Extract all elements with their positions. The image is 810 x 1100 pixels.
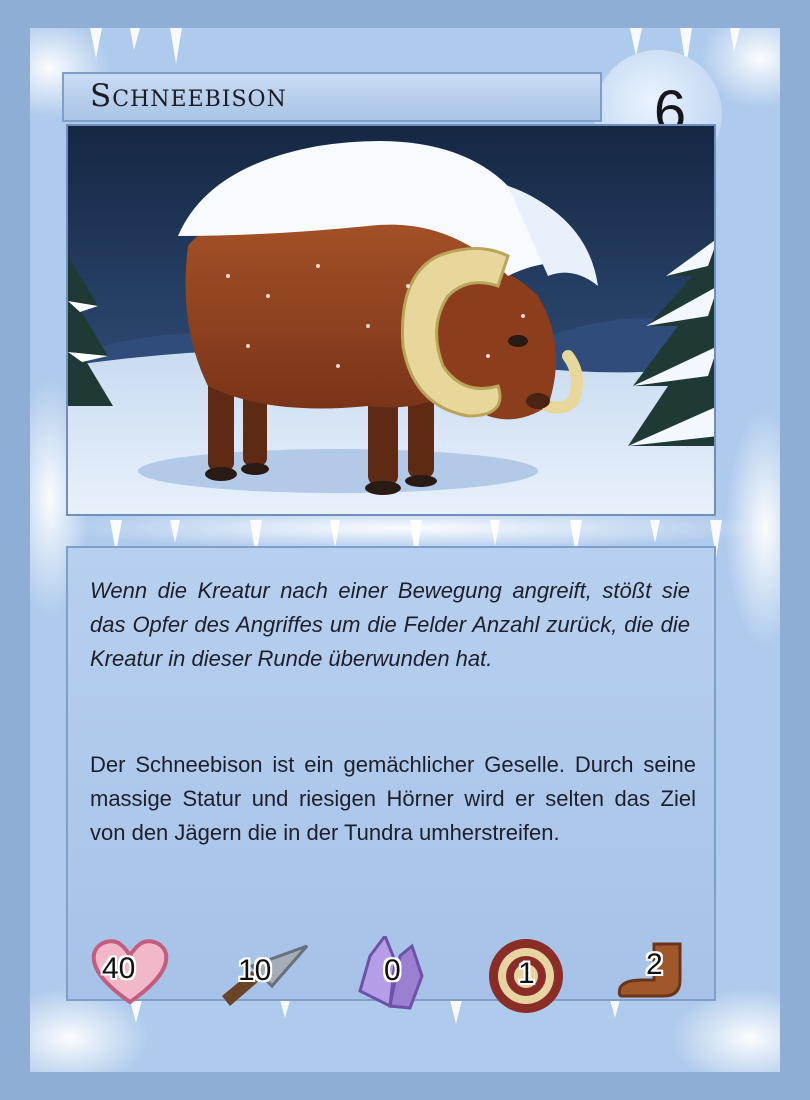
- range-value: 1: [518, 957, 535, 990]
- card-artwork: [66, 124, 716, 516]
- stat-magic: 0: [350, 936, 440, 1010]
- attack-value: 10: [238, 954, 272, 987]
- stat-attack: 10: [212, 936, 309, 1006]
- stat-health: 40: [90, 936, 180, 1006]
- movement-value: 2: [646, 948, 663, 981]
- card-title: Schneebison: [90, 78, 287, 114]
- health-value: 40: [102, 952, 136, 985]
- magic-value: 0: [384, 954, 401, 987]
- ability-text: Wenn die Kreatur nach einer Bewegung ang…: [90, 578, 690, 671]
- stat-movement: 2: [614, 936, 704, 1006]
- stat-range: 1: [486, 936, 576, 1013]
- snow-bison-illustration: [68, 126, 714, 514]
- flavor-text: Der Schneebison ist ein gemächlicher Ges…: [90, 752, 696, 845]
